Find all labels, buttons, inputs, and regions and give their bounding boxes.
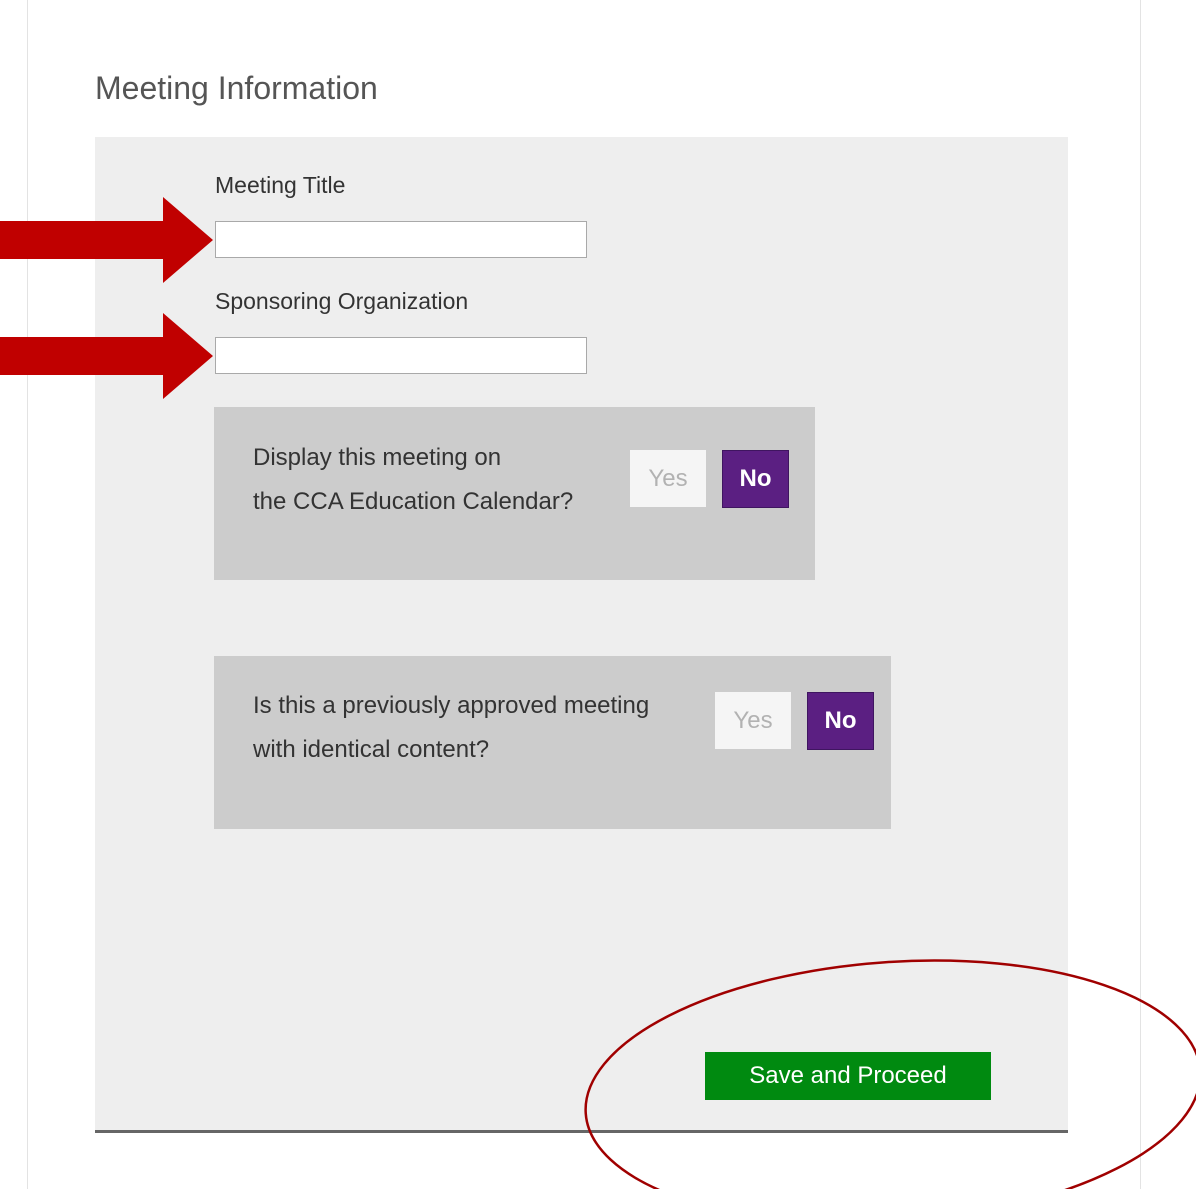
meeting-title-input[interactable] — [215, 221, 587, 258]
sponsoring-organization-input[interactable] — [215, 337, 587, 374]
previously-approved-question-text: Is this a previously approved meeting wi… — [253, 684, 649, 772]
display-calendar-no-button[interactable]: No — [722, 450, 789, 508]
previously-approved-question-line1: Is this a previously approved meeting — [253, 692, 650, 719]
previously-approved-question-line2: with identical content? — [253, 736, 490, 763]
section-title: Meeting Information — [95, 70, 378, 106]
display-calendar-question-line2: the CCA Education Calendar? — [253, 488, 574, 515]
display-calendar-question-line1: Display this meeting on — [253, 444, 502, 471]
form-panel — [95, 137, 1068, 1131]
previously-approved-yes-button[interactable]: Yes — [715, 692, 791, 749]
panel-divider — [95, 1130, 1068, 1133]
save-and-proceed-button[interactable]: Save and Proceed — [705, 1052, 991, 1100]
previously-approved-no-button[interactable]: No — [807, 692, 874, 750]
display-calendar-question-text: Display this meeting on the CCA Educatio… — [253, 436, 573, 524]
display-calendar-yes-button[interactable]: Yes — [630, 450, 706, 507]
meeting-title-label: Meeting Title — [215, 172, 346, 198]
page: Meeting Information Meeting Title Sponso… — [0, 0, 1196, 1189]
sponsoring-organization-label: Sponsoring Organization — [215, 288, 469, 314]
